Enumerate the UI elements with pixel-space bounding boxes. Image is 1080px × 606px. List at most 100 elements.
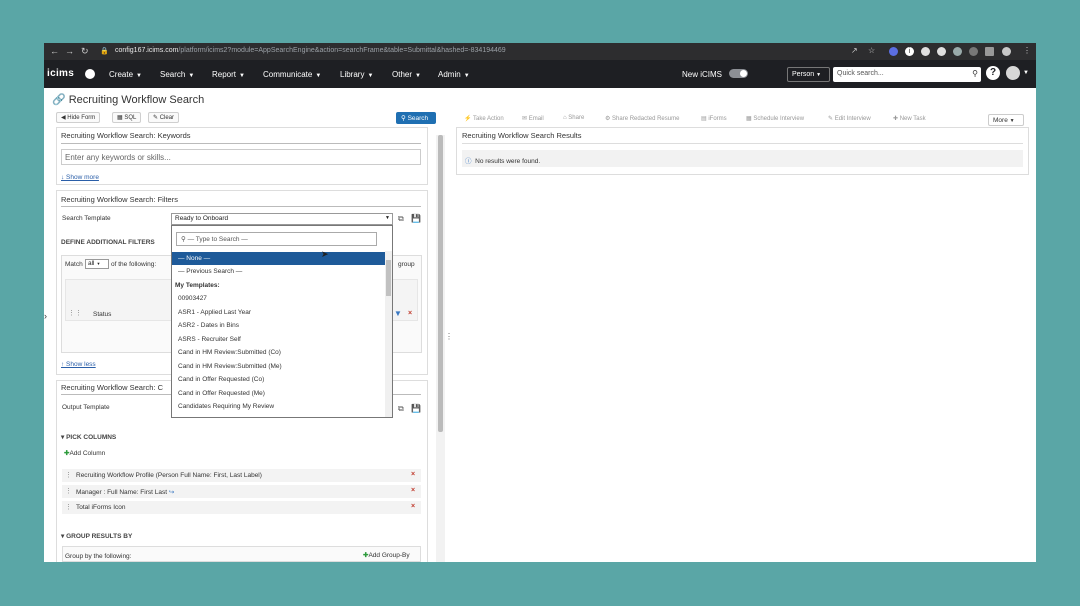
output-template-label: Output Template (62, 404, 110, 411)
more-button[interactable]: More ▼ (988, 114, 1024, 126)
browser-menu-icon[interactable]: ⋮ (1023, 46, 1031, 56)
avatar[interactable] (1006, 66, 1020, 80)
save-icon[interactable]: 💾 (411, 214, 421, 223)
filter-icon[interactable]: ▼ (394, 309, 402, 318)
match-select[interactable]: all ▼ (85, 259, 109, 269)
clear-button[interactable]: ✎ Clear (148, 112, 180, 123)
pane-resize-handle[interactable]: ⋮ (445, 332, 453, 341)
dropdown-option[interactable]: Cand in Offer Requested (Me) (172, 387, 386, 400)
bookmark-star-icon[interactable]: ☆ (868, 46, 875, 56)
email-button[interactable]: ✉ Email (522, 115, 544, 122)
pick-columns-heading[interactable]: ▾ PICK COLUMNS (61, 433, 116, 441)
new-icims-toggle[interactable] (729, 69, 748, 78)
menu-report[interactable]: Report ▼ (212, 70, 245, 79)
profile-icon[interactable] (1002, 47, 1011, 56)
chevron-down-icon[interactable]: ▼ (1023, 70, 1029, 76)
show-less-link[interactable]: ↑ Show less (61, 361, 96, 368)
back-icon[interactable]: ← (50, 46, 59, 56)
search-button[interactable]: ⚲ Search (396, 112, 436, 124)
address-bar[interactable]: config167.icims.com/platform/icims2?modu… (115, 47, 506, 54)
arrow-left-icon: ◀ (61, 115, 66, 121)
icims-logo[interactable]: icims (47, 68, 74, 79)
link-arrow-icon[interactable]: ↪ (169, 489, 174, 496)
dropdown-option[interactable]: ASR2 - Dates in Bins (172, 319, 386, 332)
side-panel-icon[interactable] (985, 47, 994, 56)
schedule-interview-button[interactable]: ▦ Schedule Interview (746, 115, 804, 122)
info-extension-icon[interactable]: i (905, 47, 914, 56)
take-action-button[interactable]: ⚡ Take Action (464, 115, 504, 122)
no-results-message: ⓘ No results were found. (465, 158, 541, 165)
keywords-input[interactable]: Enter any keywords or skills... (61, 149, 421, 165)
hide-form-button[interactable]: ◀ Hide Form (56, 112, 101, 123)
copy-icon[interactable]: ⧉ (398, 214, 404, 224)
search-template-select[interactable]: Ready to Onboard ▼ (171, 213, 393, 225)
dropdown-option-previous-search[interactable]: — Previous Search — (172, 265, 386, 278)
page-title: 🔗 Recruiting Workflow Search (52, 94, 205, 106)
save-icon[interactable]: 💾 (411, 404, 421, 413)
dropdown-scrollbar-thumb[interactable] (386, 260, 391, 296)
drag-handle-icon[interactable]: ⋮ (65, 503, 72, 511)
link-icon: 🔗 (52, 94, 66, 106)
remove-column-icon[interactable]: × (411, 471, 415, 478)
reload-icon[interactable]: ↻ (81, 46, 89, 56)
iforms-button[interactable]: ▤ iForms (701, 115, 727, 122)
group-label[interactable]: group (398, 261, 415, 268)
forward-icon[interactable]: → (65, 46, 74, 56)
quick-search-input[interactable]: Quick search... ⚲ (833, 67, 981, 82)
share-redacted-resume-button[interactable]: ⚙ Share Redacted Resume (605, 115, 679, 122)
menu-communicate[interactable]: Communicate ▼ (263, 70, 321, 79)
extension-icon[interactable] (889, 47, 898, 56)
search-icon[interactable]: ⚲ (972, 69, 978, 78)
search-type-select[interactable]: Person ▼ (787, 67, 830, 82)
add-column-button[interactable]: ✚Add Column (64, 449, 105, 457)
menu-search[interactable]: Search ▼ (160, 70, 194, 79)
dropdown-option[interactable]: Cand in Offer Requested (Co) (172, 373, 386, 386)
menu-create[interactable]: Create ▼ (109, 70, 142, 79)
dropdown-option[interactable]: Cand in HM Review:Submitted (Co) (172, 346, 386, 359)
match-suffix: of the following: (111, 261, 157, 268)
dropdown-search-input[interactable]: ⚲ — Type to Search — (176, 232, 377, 246)
form-scrollbar-thumb[interactable] (438, 135, 443, 432)
reading-list-icon[interactable] (969, 47, 978, 56)
keywords-heading: Recruiting Workflow Search: Keywords (61, 131, 191, 140)
sql-button[interactable]: ▦ SQL (112, 112, 142, 123)
dropdown-option[interactable]: 00903427 (172, 292, 386, 305)
dropdown-option[interactable]: ASRS - Recruiter Self (172, 333, 386, 346)
search-icon: ⚲ (401, 115, 406, 122)
match-prefix: Match (65, 261, 83, 268)
puzzle-extensions-icon[interactable] (953, 47, 962, 56)
menu-admin[interactable]: Admin ▼ (438, 70, 470, 79)
group-results-heading[interactable]: ▾ GROUP RESULTS BY (61, 532, 132, 540)
dropdown-option[interactable]: Cand in HM Review:Submitted (Me) (172, 360, 386, 373)
search-template-label: Search Template (62, 215, 111, 222)
remove-filter-icon[interactable]: × (408, 310, 412, 317)
remove-column-icon[interactable]: × (411, 503, 415, 510)
drag-handle-icon[interactable]: ⋮⋮ (68, 309, 82, 317)
drag-handle-icon[interactable]: ⋮ (65, 471, 72, 479)
expand-left-icon[interactable]: › (44, 311, 47, 321)
share-button[interactable]: ⌂ Share (563, 115, 584, 121)
help-icon[interactable]: ? (986, 66, 1000, 80)
menu-library[interactable]: Library ▼ (340, 70, 373, 79)
new-task-button[interactable]: ✚ New Task (893, 115, 926, 122)
results-message-box (462, 150, 1023, 167)
menu-other[interactable]: Other ▼ (392, 70, 421, 79)
copy-icon[interactable]: ⧉ (398, 404, 404, 414)
columns-heading: Recruiting Workflow Search: C (61, 383, 163, 392)
dropdown-group-label: My Templates: (175, 282, 220, 289)
add-group-by-button[interactable]: ✚Add Group-By (363, 551, 410, 559)
app-navigation: icims Create ▼ Search ▼ Report ▼ Communicat… (44, 60, 1036, 88)
record-extension-icon[interactable] (921, 47, 930, 56)
show-more-link[interactable]: ↓ Show more (61, 174, 99, 181)
drag-handle-icon[interactable]: ⋮ (65, 487, 72, 495)
dropdown-option-none[interactable]: — None — (172, 252, 386, 265)
status-filter-label: Status (93, 311, 112, 318)
share-page-icon[interactable]: ↗ (851, 46, 858, 56)
edit-interview-button[interactable]: ✎ Edit Interview (828, 115, 871, 122)
home-icon[interactable] (85, 69, 95, 79)
remove-column-icon[interactable]: × (411, 487, 415, 494)
browser-window: ← → ↻ 🔒 config167.icims.com/platform/ici… (44, 43, 1036, 562)
grammar-extension-icon[interactable] (937, 47, 946, 56)
dropdown-option[interactable]: ASR1 - Applied Last Year (172, 306, 386, 319)
dropdown-option[interactable]: Candidates Requiring My Review (172, 400, 386, 413)
